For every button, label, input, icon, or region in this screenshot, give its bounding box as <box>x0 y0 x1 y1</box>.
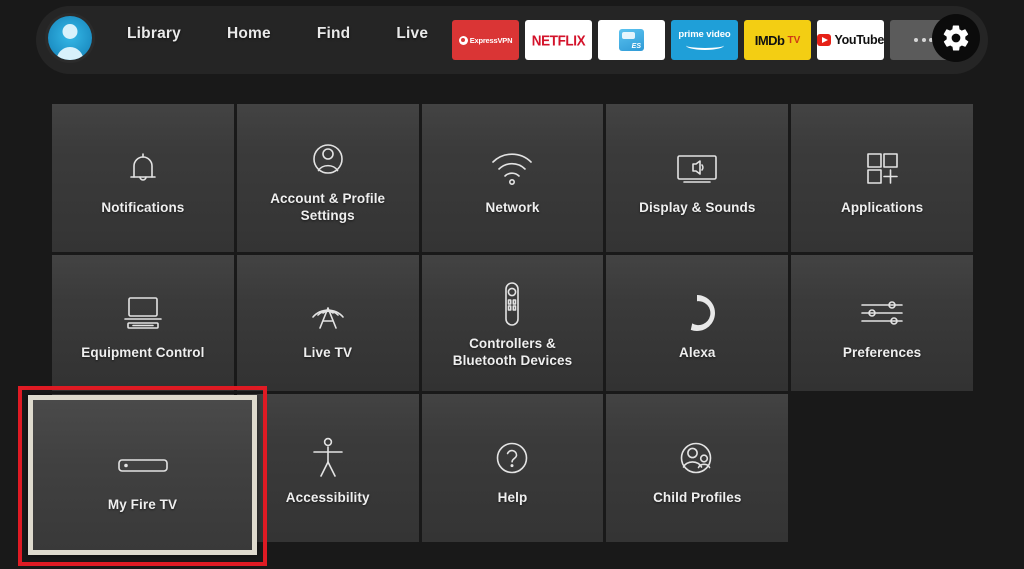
avatar-head-shape <box>62 24 78 39</box>
youtube-play-icon <box>817 34 832 46</box>
expressvpn-dot-icon <box>458 35 468 45</box>
app-tile-es-file-explorer[interactable] <box>598 20 665 60</box>
app-tile-netflix[interactable]: NETFLIX <box>525 20 592 60</box>
tile-label: Display & Sounds <box>639 199 756 215</box>
app-tile-prime-video[interactable]: prime video <box>671 20 738 60</box>
tile-label: My Fire TV <box>107 496 178 512</box>
app-tile-expressvpn[interactable]: ExpressVPN <box>452 20 519 60</box>
account-profile-icon <box>237 131 419 187</box>
settings-tile-preferences[interactable]: Preferences <box>791 255 973 391</box>
settings-tile-accessibility[interactable]: Accessibility <box>236 394 419 542</box>
gear-icon <box>943 25 969 51</box>
nav-links: Library Home Find Live <box>127 0 428 68</box>
fire-tv-settings-screen: Library Home Find Live ExpressVPN NETFLI… <box>0 0 1024 569</box>
netflix-label: NETFLIX <box>531 31 586 49</box>
question-mark-icon <box>422 430 604 486</box>
tile-label: Applications <box>840 199 924 215</box>
alexa-ring-icon <box>606 285 788 341</box>
tile-label: Controllers & Bluetooth Devices <box>452 336 573 368</box>
nav-item-library[interactable]: Library <box>127 25 181 43</box>
es-file-explorer-icon <box>619 29 644 51</box>
settings-tile-equipment-control[interactable]: Equipment Control <box>52 255 234 391</box>
tile-label: Alexa <box>679 344 716 360</box>
nav-item-find[interactable]: Find <box>317 25 351 43</box>
tile-label: Accessibility <box>285 489 370 505</box>
prime-video-label: prime video <box>678 28 731 40</box>
nav-item-live[interactable]: Live <box>396 25 428 43</box>
settings-tile-empty <box>791 394 973 542</box>
settings-tile-account-profile-settings[interactable]: Account & Profile Settings <box>236 104 419 252</box>
app-shortcuts-row: ExpressVPN NETFLIX prime video IMDb TV Y… <box>452 20 957 60</box>
equipment-control-icon <box>52 285 234 341</box>
expressvpn-logo: ExpressVPN <box>458 35 513 45</box>
tile-label: Preferences <box>842 344 922 360</box>
settings-tile-applications[interactable]: Applications <box>791 104 973 252</box>
settings-tile-network[interactable]: Network <box>421 104 604 252</box>
imdb-tv-suffix: TV <box>787 34 801 46</box>
settings-tile-my-fire-tv[interactable]: My Fire TV <box>28 395 257 555</box>
tile-label: Help <box>497 489 528 505</box>
tile-label: Equipment Control <box>81 344 205 360</box>
imdb-label: IMDb <box>754 32 785 48</box>
settings-tile-controllers-bluetooth-devices[interactable]: Controllers & Bluetooth Devices <box>421 255 604 391</box>
ellipsis-icon <box>914 38 933 42</box>
expressvpn-label: ExpressVPN <box>469 35 513 45</box>
settings-tile-help[interactable]: Help <box>421 394 604 542</box>
app-tile-youtube[interactable]: YouTube <box>817 20 884 60</box>
settings-tile-child-profiles[interactable]: Child Profiles <box>606 394 789 542</box>
applications-icon <box>791 140 973 196</box>
app-tile-imdb-tv[interactable]: IMDb TV <box>744 20 811 60</box>
tile-label: Child Profiles <box>653 489 742 505</box>
settings-tile-live-tv[interactable]: Live TV <box>236 255 419 391</box>
fire-tv-stick-icon <box>33 437 252 493</box>
profile-avatar[interactable] <box>48 16 92 60</box>
youtube-label: YouTube <box>834 33 884 47</box>
nav-item-home[interactable]: Home <box>227 25 271 43</box>
tile-label: Notifications <box>101 199 185 215</box>
amazon-smile-icon <box>685 41 724 51</box>
bell-icon <box>52 140 234 196</box>
remote-control-icon <box>422 276 604 332</box>
settings-tile-notifications[interactable]: Notifications <box>52 104 234 252</box>
child-profiles-icon <box>606 430 788 486</box>
settings-button[interactable] <box>932 14 980 62</box>
settings-tile-display-sounds[interactable]: Display & Sounds <box>606 104 789 252</box>
avatar-body-shape <box>56 47 84 60</box>
tile-label: Live TV <box>303 344 353 360</box>
display-sounds-icon <box>606 140 788 196</box>
tile-label: Network <box>485 199 540 215</box>
broadcast-tower-icon <box>237 285 419 341</box>
accessibility-icon <box>237 430 419 486</box>
settings-tile-alexa[interactable]: Alexa <box>606 255 789 391</box>
sliders-icon <box>791 285 973 341</box>
tile-label: Account & Profile Settings <box>270 191 386 223</box>
wifi-icon <box>422 140 604 196</box>
